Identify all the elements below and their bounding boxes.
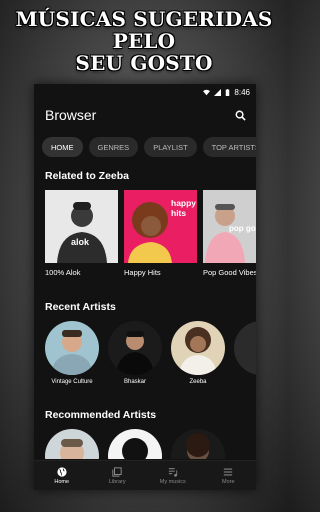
recent-artists-list: Vintage Culture Bhaskar Zeeba [34, 321, 256, 385]
playlist-card[interactable]: alok 100% Alok [45, 190, 118, 277]
nav-my-musics[interactable]: My musics [148, 467, 198, 485]
category-tabs: HOME GENRES PLAYLIST TOP ARTISTS [34, 137, 256, 157]
search-icon[interactable] [235, 110, 246, 121]
artist-name: Bhaskar [123, 379, 146, 385]
app-bar: Browser [34, 102, 256, 128]
nav-label: Home [54, 478, 70, 485]
nav-home[interactable]: Home [37, 466, 87, 485]
nav-label: More [221, 478, 235, 485]
music-list-icon [168, 467, 177, 477]
artist-photo-icon [186, 433, 210, 459]
playlist-cover: alok [45, 190, 118, 263]
nav-more[interactable]: More [203, 467, 253, 485]
card-label: Happy Hits [124, 268, 161, 277]
nav-label: Library [108, 478, 126, 485]
playlist-card[interactable]: pop good Pop Good Vibes [203, 190, 256, 277]
phone-screen: 8:46 Browser HOME GENRES PLAYLIST TOP AR… [34, 84, 256, 490]
artist-photo-icon [57, 202, 107, 263]
avatar[interactable] [171, 429, 225, 459]
artist-photo-icon [179, 327, 217, 375]
tab-home[interactable]: HOME [42, 137, 83, 157]
related-cards: alok 100% Alok happy hits Happy Hits pop… [34, 190, 256, 277]
status-bar: 8:46 [34, 84, 256, 100]
card-art-text: alok [71, 237, 90, 247]
recommended-artists-list [34, 429, 256, 459]
tab-genres[interactable]: GENRES [88, 137, 139, 157]
page-title: Browser [45, 107, 97, 123]
card-art-text: pop good [229, 224, 256, 233]
playlist-cover: pop good [203, 190, 256, 263]
card-label: 100% Alok [45, 268, 81, 277]
promo-line-1: MÚSICAS SUGERIDAS PELO [15, 7, 273, 53]
avatar [171, 321, 225, 375]
related-section-title: Related to Zeeba [45, 170, 130, 182]
menu-icon [224, 468, 233, 475]
globe-icon [57, 466, 67, 477]
library-icon [112, 466, 122, 477]
artist-item[interactable] [234, 321, 256, 385]
card-label: Pop Good Vibes [203, 268, 256, 277]
artist-photo-icon [116, 331, 154, 375]
status-time: 8:46 [234, 87, 250, 97]
artist-name: Zeeba [189, 379, 207, 385]
artist-name: Vintage Culture [51, 379, 93, 385]
avatar [234, 321, 256, 375]
nav-library[interactable]: Library [92, 466, 142, 485]
playlist-cover: happy hits [124, 190, 197, 263]
recent-artists-title: Recent Artists [45, 301, 116, 313]
card-art-text: happy hits [171, 198, 197, 218]
artist-item[interactable]: Vintage Culture [45, 321, 99, 385]
nav-label: My musics [159, 478, 186, 485]
avatar [45, 321, 99, 375]
signal-icon [214, 88, 222, 96]
recommended-artists-title: Recommended Artists [45, 409, 157, 421]
artist-photo-icon [122, 438, 148, 459]
avatar[interactable] [45, 429, 99, 459]
wifi-icon [203, 89, 211, 95]
artist-photo-icon [60, 439, 84, 459]
battery-icon [226, 88, 230, 96]
artist-item[interactable]: Zeeba [171, 321, 225, 385]
tab-playlist[interactable]: PLAYLIST [144, 137, 197, 157]
promo-banner: MÚSICAS SUGERIDAS PELO SEU GOSTO [0, 8, 288, 74]
artist-photo-icon [51, 330, 93, 375]
promo-line-2: SEU GOSTO [75, 51, 213, 75]
avatar[interactable] [108, 429, 162, 459]
bottom-nav: Home Library My musics More [34, 460, 256, 490]
playlist-card[interactable]: happy hits Happy Hits [124, 190, 197, 277]
avatar [108, 321, 162, 375]
tab-top-artists[interactable]: TOP ARTISTS [202, 137, 256, 157]
artist-item[interactable]: Bhaskar [108, 321, 162, 385]
